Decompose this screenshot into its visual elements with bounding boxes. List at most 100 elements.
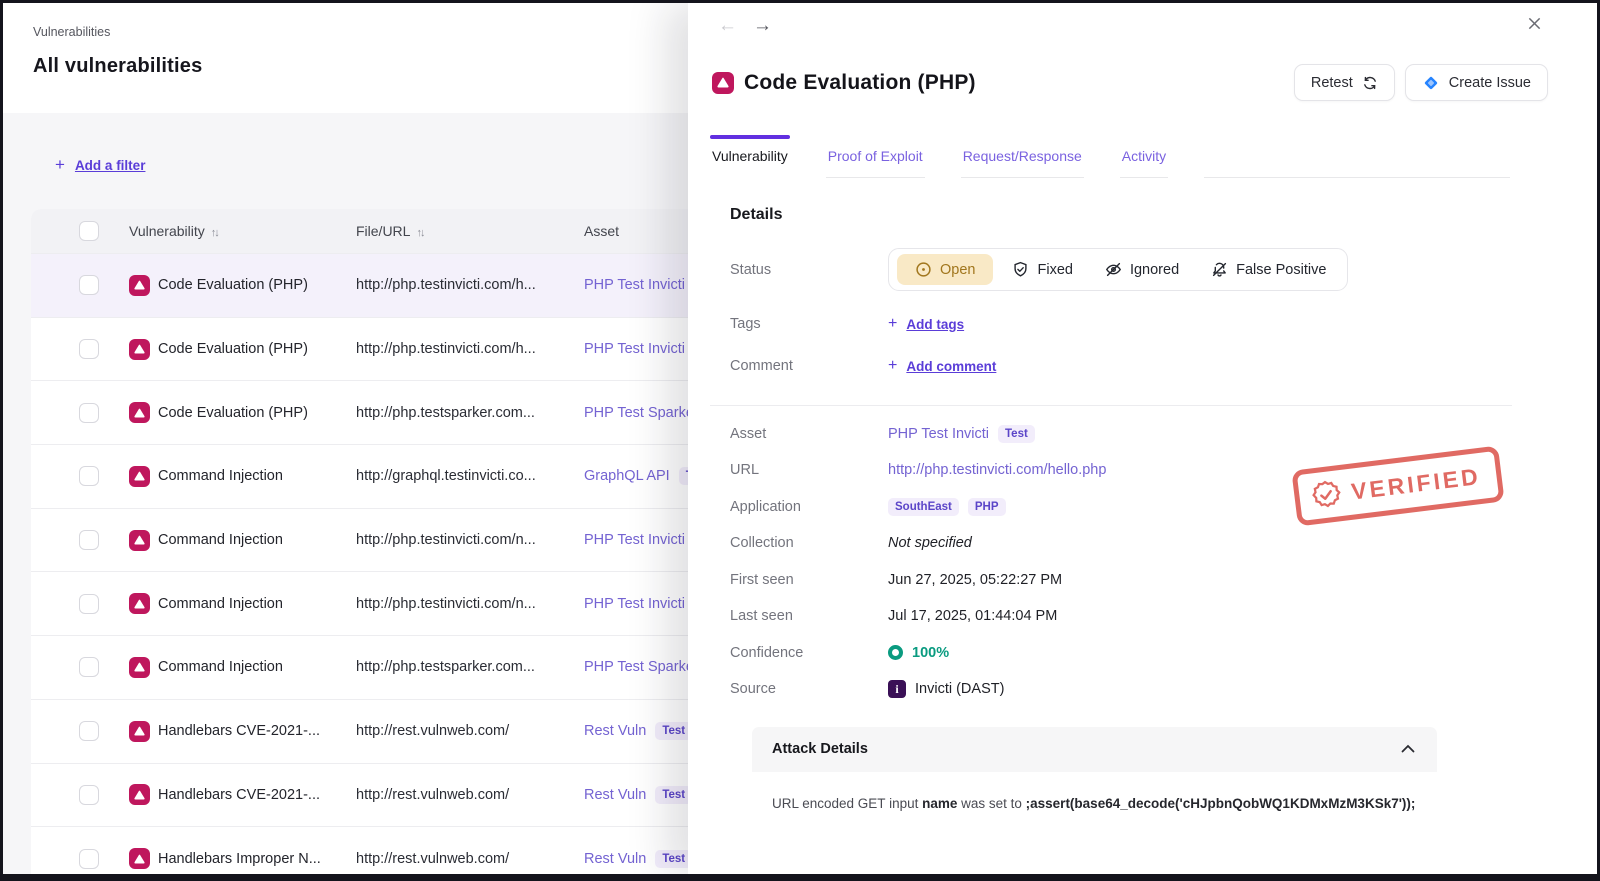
close-icon[interactable] xyxy=(1527,16,1542,36)
asset-link[interactable]: PHP Test Sparker xyxy=(584,405,699,421)
vulnerability-name: Command Injection xyxy=(158,595,283,612)
row-checkbox[interactable] xyxy=(79,848,99,869)
tab-proof-of-exploit[interactable]: Proof of Exploit xyxy=(825,135,925,178)
status-option-fixed[interactable]: Fixed xyxy=(999,254,1085,285)
attack-details-section: Attack Details URL encoded GET input nam… xyxy=(752,726,1437,811)
status-segmented-control: Open Fixed Ignored False Positive xyxy=(888,248,1349,291)
file-url: http://php.testinvicti.com/n... xyxy=(356,532,536,549)
row-checkbox[interactable] xyxy=(79,339,99,360)
add-comment-button[interactable]: + Add comment xyxy=(888,357,996,375)
vulnerability-detail-drawer: ← → Code Evaluation (PHP) Retest Create … xyxy=(688,3,1597,874)
file-url: http://graphql.testinvicti.co... xyxy=(356,468,536,485)
attack-details-text: URL encoded GET input name was set to ;a… xyxy=(772,795,1416,811)
add-tags-button[interactable]: + Add tags xyxy=(888,315,964,333)
row-checkbox[interactable] xyxy=(79,402,99,423)
back-arrow-icon[interactable]: ← xyxy=(718,16,737,36)
vulnerability-name: Code Evaluation (PHP) xyxy=(158,341,308,358)
detail-field-row: Confidence 100% xyxy=(730,641,1512,664)
field-link[interactable]: PHP Test Invicti xyxy=(888,426,989,442)
severity-icon xyxy=(129,465,150,487)
field-value: PHP Test Invicti Test xyxy=(888,424,1035,443)
row-checkbox[interactable] xyxy=(79,784,99,805)
detail-field-row: Collection Not specified xyxy=(730,532,1512,555)
field-value: 100% xyxy=(888,645,949,661)
asset-link[interactable]: Rest Vuln xyxy=(584,851,646,867)
status-option-ignored[interactable]: Ignored xyxy=(1092,254,1192,285)
tab-request-response[interactable]: Request/Response xyxy=(960,135,1084,178)
field-value: http://php.testinvicti.com/hello.php xyxy=(888,462,1106,478)
confidence-ring-icon xyxy=(888,645,903,660)
sort-icon[interactable]: ↑↓ xyxy=(211,227,220,239)
vulnerability-name: Handlebars Improper N... xyxy=(158,850,321,867)
row-checkbox[interactable] xyxy=(79,657,99,678)
fixed-icon xyxy=(1012,261,1029,278)
row-checkbox[interactable] xyxy=(79,530,99,551)
asset-link[interactable]: Rest Vuln xyxy=(584,787,646,803)
asset-link[interactable]: PHP Test Invicti xyxy=(584,532,685,548)
severity-icon xyxy=(129,338,150,360)
confidence-value: 100% xyxy=(912,644,950,661)
sort-icon[interactable]: ↑↓ xyxy=(416,227,425,239)
plus-icon: + xyxy=(888,315,898,332)
row-checkbox[interactable] xyxy=(79,466,99,487)
retest-button[interactable]: Retest xyxy=(1293,64,1395,101)
forward-arrow-icon[interactable]: → xyxy=(753,16,772,36)
jira-icon xyxy=(1424,76,1437,89)
select-all-checkbox[interactable] xyxy=(79,221,99,241)
plus-icon: + xyxy=(55,155,65,174)
app-window: Vulnerabilities All vulnerabilities + Ad… xyxy=(0,0,1600,881)
file-url: http://php.testinvicti.com/h... xyxy=(356,341,536,358)
attack-details-header[interactable]: Attack Details xyxy=(752,726,1437,772)
file-url: http://rest.vulnweb.com/ xyxy=(356,850,510,867)
open-icon xyxy=(915,261,932,278)
field-label: Asset xyxy=(730,425,767,442)
tab-vulnerability[interactable]: Vulnerability xyxy=(710,135,790,178)
asset-link[interactable]: PHP Test Invicti xyxy=(584,277,685,293)
column-header-vulnerability[interactable]: Vulnerability ↑↓ xyxy=(129,223,356,239)
application-badge: PHP xyxy=(967,497,1006,516)
file-url: http://php.testsparker.com... xyxy=(356,404,535,421)
detail-field-row: Source i Invicti (DAST) xyxy=(730,678,1512,701)
row-checkbox[interactable] xyxy=(79,721,99,742)
drawer-content: Details Status Open Fixed Ignored False Pos… xyxy=(688,206,1597,811)
status-option-open[interactable]: Open xyxy=(897,254,994,285)
detail-field-row: First seen Jun 27, 2025, 05:22:27 PM xyxy=(730,568,1512,591)
refresh-icon xyxy=(1363,76,1376,89)
asset-link[interactable]: PHP Test Sparker xyxy=(584,659,699,675)
row-checkbox[interactable] xyxy=(79,275,99,296)
tabs-underline xyxy=(1204,135,1510,178)
severity-icon xyxy=(129,848,150,870)
asset-link[interactable]: Rest Vuln xyxy=(584,723,646,739)
asset-test-badge: Test xyxy=(655,849,693,868)
asset-link[interactable]: PHP Test Invicti xyxy=(584,341,685,357)
add-filter-button[interactable]: + Add a filter xyxy=(55,155,145,175)
vulnerability-name: Command Injection xyxy=(158,468,283,485)
field-label: Application xyxy=(730,498,801,515)
asset-link[interactable]: GraphQL API xyxy=(584,468,670,484)
severity-icon xyxy=(129,720,150,742)
column-header-file-url[interactable]: File/URL ↑↓ xyxy=(356,223,584,239)
drawer-tabs: Vulnerability Proof of Exploit Request/Res… xyxy=(688,135,1597,178)
drawer-nav: ← → xyxy=(688,3,1597,36)
asset-link[interactable]: PHP Test Invicti xyxy=(584,596,685,612)
field-value: Not specified xyxy=(888,535,972,551)
file-url: http://rest.vulnweb.com/ xyxy=(356,786,510,803)
plus-icon: + xyxy=(888,357,898,374)
field-value: i Invicti (DAST) xyxy=(888,680,1004,698)
chevron-up-icon[interactable] xyxy=(1401,740,1415,758)
invicti-info-icon: i xyxy=(888,680,906,698)
asset-test-badge: Test xyxy=(655,785,693,804)
severity-icon xyxy=(129,593,150,615)
vulnerability-name: Command Injection xyxy=(158,532,283,549)
field-link[interactable]: http://php.testinvicti.com/hello.php xyxy=(888,462,1106,478)
vulnerability-name: Code Evaluation (PHP) xyxy=(158,277,308,294)
severity-icon xyxy=(712,71,734,94)
vulnerability-name: Handlebars CVE-2021-... xyxy=(158,786,320,803)
asset-test-badge: Test xyxy=(655,722,693,741)
tab-activity[interactable]: Activity xyxy=(1119,135,1169,178)
row-checkbox[interactable] xyxy=(79,593,99,614)
drawer-title: Code Evaluation (PHP) xyxy=(744,70,976,94)
ignored-icon xyxy=(1105,261,1122,278)
create-issue-button[interactable]: Create Issue xyxy=(1404,64,1548,101)
status-option-false-positive[interactable]: False Positive xyxy=(1198,254,1339,285)
